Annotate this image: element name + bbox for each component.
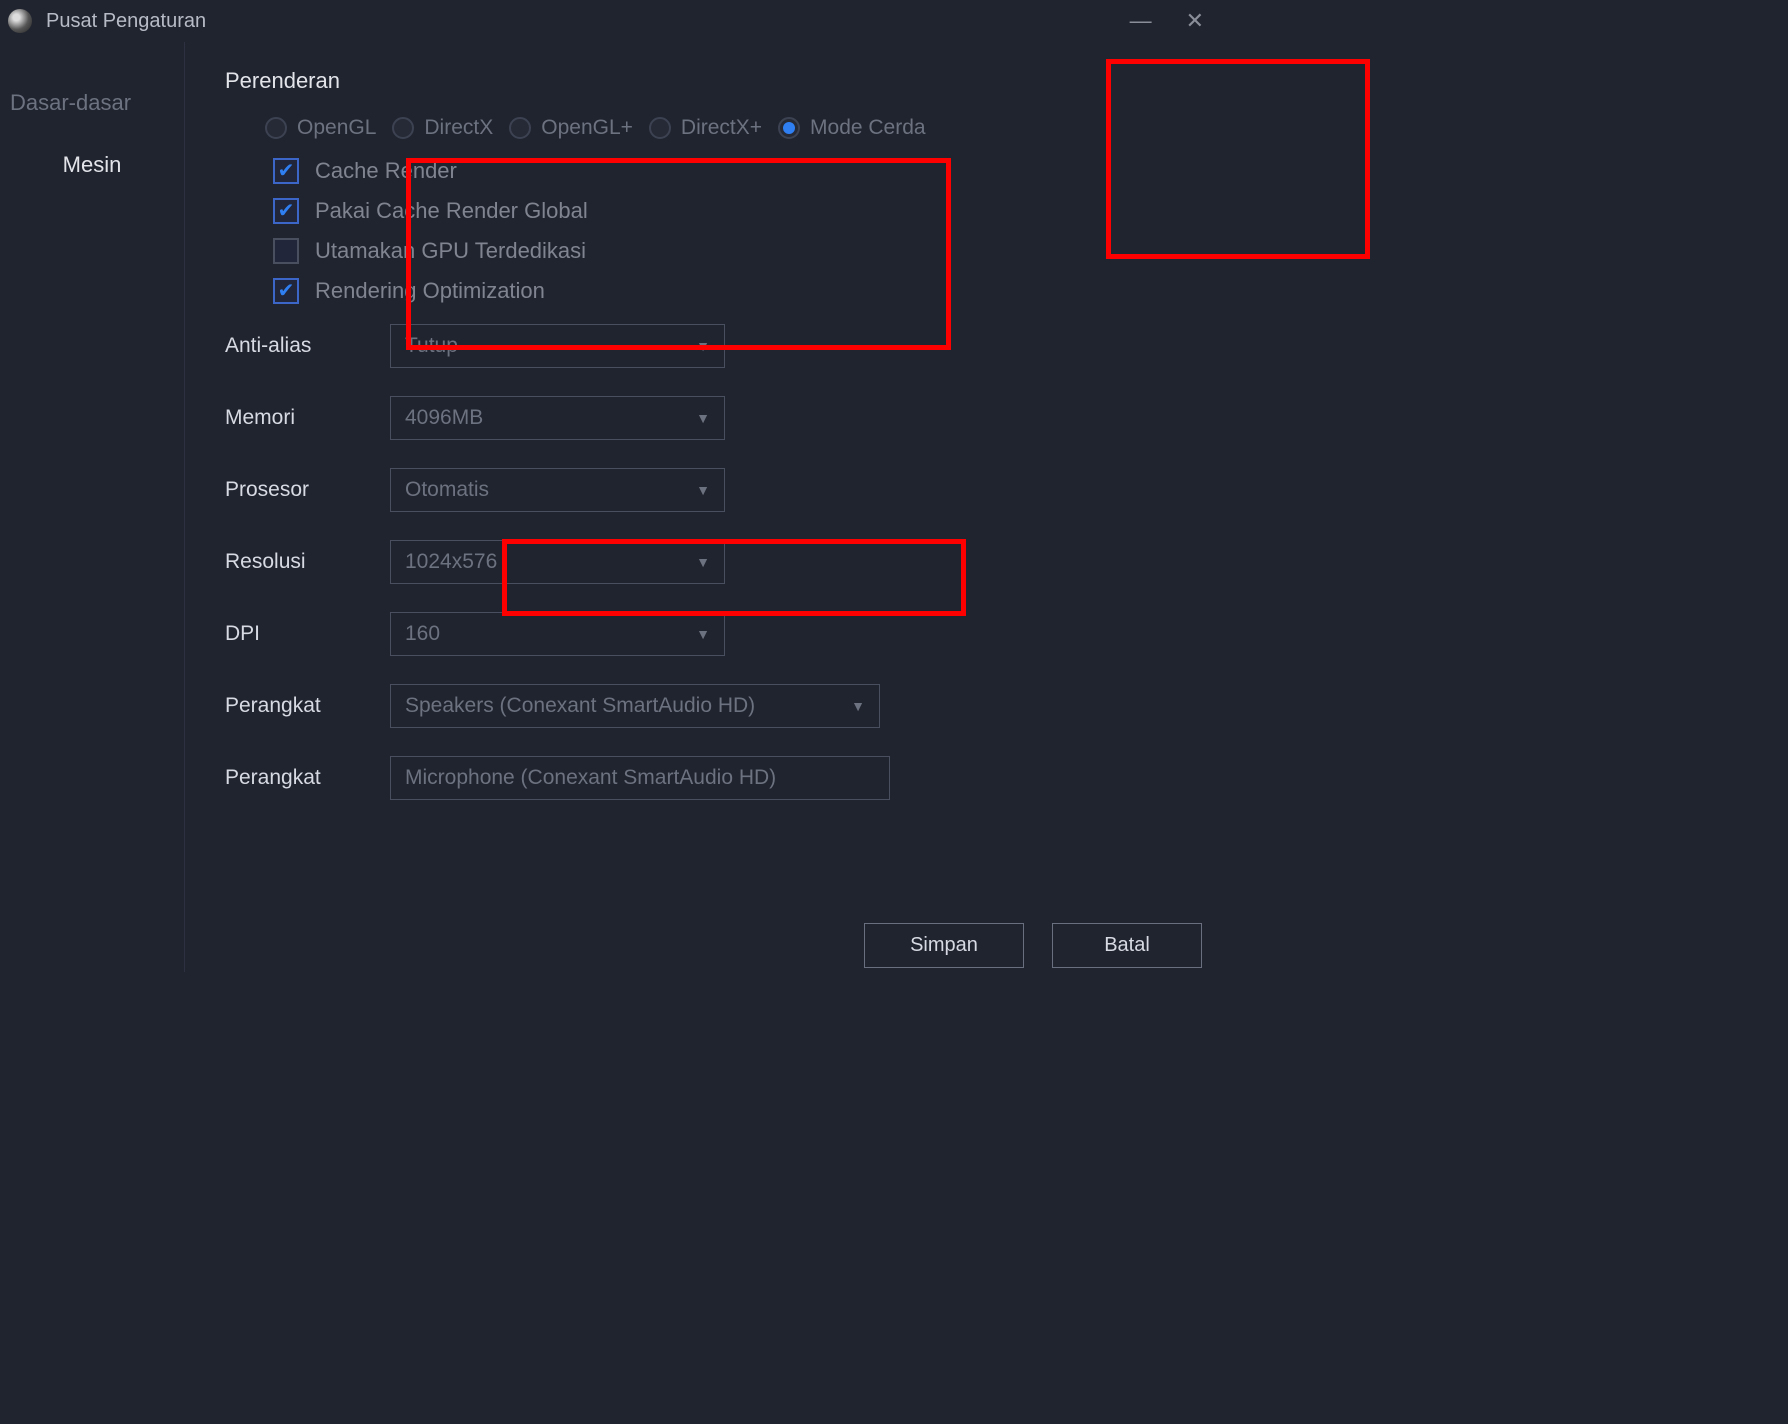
row-memory: Memori 4096MB ▼ [225, 396, 1202, 440]
radio-label: OpenGL+ [541, 116, 633, 140]
chevron-down-icon: ▼ [696, 338, 710, 354]
app-icon [8, 9, 32, 33]
select-memory[interactable]: 4096MB ▼ [390, 396, 725, 440]
footer-buttons: Simpan Batal [864, 923, 1202, 968]
radio-openglplus[interactable]: OpenGL+ [509, 116, 633, 140]
row-resolution: Resolusi 1024x576 ▼ [225, 540, 1202, 584]
check-render-optimization[interactable]: ✔ Rendering Optimization [273, 278, 1202, 304]
chevron-down-icon: ▼ [696, 410, 710, 426]
check-label: Pakai Cache Render Global [315, 198, 588, 224]
select-value: 160 [405, 622, 440, 646]
render-mode-radios: OpenGL DirectX OpenGL+ DirectX+ Mode Cer… [265, 116, 1202, 140]
input-mic-device[interactable]: Microphone (Conexant SmartAudio HD) [390, 756, 890, 800]
select-speaker-device[interactable]: Speakers (Conexant SmartAudio HD) ▼ [390, 684, 880, 728]
label-speaker-device: Perangkat [225, 694, 390, 718]
window-controls: — ✕ [1130, 8, 1212, 34]
check-label: Rendering Optimization [315, 278, 545, 304]
check-label: Utamakan GPU Terdedikasi [315, 238, 586, 264]
radio-dot-icon [265, 117, 287, 139]
select-processor[interactable]: Otomatis ▼ [390, 468, 725, 512]
checkbox-icon [273, 238, 299, 264]
select-resolution[interactable]: 1024x576 ▼ [390, 540, 725, 584]
row-processor: Prosesor Otomatis ▼ [225, 468, 1202, 512]
label-antialias: Anti-alias [225, 334, 390, 358]
content: Perenderan OpenGL DirectX OpenGL+ Direct… [185, 42, 1220, 972]
titlebar: Pusat Pengaturan — ✕ [0, 0, 1220, 42]
radio-smart-mode[interactable]: Mode Cerda [778, 116, 926, 140]
label-processor: Prosesor [225, 478, 390, 502]
sidebar: Dasar-dasar Mesin [0, 42, 185, 972]
radio-label: DirectX+ [681, 116, 762, 140]
radio-directxplus[interactable]: DirectX+ [649, 116, 762, 140]
radio-dot-icon [509, 117, 531, 139]
select-value: Tutup [405, 334, 458, 358]
row-dpi: DPI 160 ▼ [225, 612, 1202, 656]
radio-dot-icon [778, 117, 800, 139]
select-dpi[interactable]: 160 ▼ [390, 612, 725, 656]
cancel-button[interactable]: Batal [1052, 923, 1202, 968]
radio-label: Mode Cerda [810, 116, 926, 140]
select-value: Otomatis [405, 478, 489, 502]
sidebar-item-mesin[interactable]: Mesin [0, 134, 184, 196]
radio-directx[interactable]: DirectX [392, 116, 493, 140]
check-cache-render[interactable]: ✔ Cache Render [273, 158, 1202, 184]
save-button[interactable]: Simpan [864, 923, 1024, 968]
label-mic-device: Perangkat [225, 766, 390, 790]
chevron-down-icon: ▼ [696, 626, 710, 642]
checkbox-icon: ✔ [273, 158, 299, 184]
check-label: Cache Render [315, 158, 457, 184]
check-global-cache[interactable]: ✔ Pakai Cache Render Global [273, 198, 1202, 224]
row-mic-device: Perangkat Microphone (Conexant SmartAudi… [225, 756, 1202, 800]
label-dpi: DPI [225, 622, 390, 646]
chevron-down-icon: ▼ [696, 554, 710, 570]
select-value: Speakers (Conexant SmartAudio HD) [405, 694, 755, 718]
chevron-down-icon: ▼ [696, 482, 710, 498]
minimize-icon[interactable]: — [1130, 8, 1152, 34]
radio-label: OpenGL [297, 116, 376, 140]
select-value: 4096MB [405, 406, 483, 430]
check-dedicated-gpu[interactable]: Utamakan GPU Terdedikasi [273, 238, 1202, 264]
select-antialias[interactable]: Tutup ▼ [390, 324, 725, 368]
radio-label: DirectX [424, 116, 493, 140]
select-value: 1024x576 [405, 550, 497, 574]
chevron-down-icon: ▼ [851, 698, 865, 714]
checkbox-icon: ✔ [273, 278, 299, 304]
render-checks: ✔ Cache Render ✔ Pakai Cache Render Glob… [273, 158, 1202, 304]
section-title: Perenderan [225, 68, 1202, 94]
window-title: Pusat Pengaturan [46, 10, 206, 33]
radio-dot-icon [392, 117, 414, 139]
label-resolution: Resolusi [225, 550, 390, 574]
checkbox-icon: ✔ [273, 198, 299, 224]
row-antialias: Anti-alias Tutup ▼ [225, 324, 1202, 368]
row-speaker-device: Perangkat Speakers (Conexant SmartAudio … [225, 684, 1202, 728]
close-icon[interactable]: ✕ [1186, 8, 1204, 34]
radio-opengl[interactable]: OpenGL [265, 116, 376, 140]
select-value: Microphone (Conexant SmartAudio HD) [405, 766, 776, 790]
radio-dot-icon [649, 117, 671, 139]
label-memory: Memori [225, 406, 390, 430]
sidebar-item-dasar[interactable]: Dasar-dasar [0, 72, 184, 134]
